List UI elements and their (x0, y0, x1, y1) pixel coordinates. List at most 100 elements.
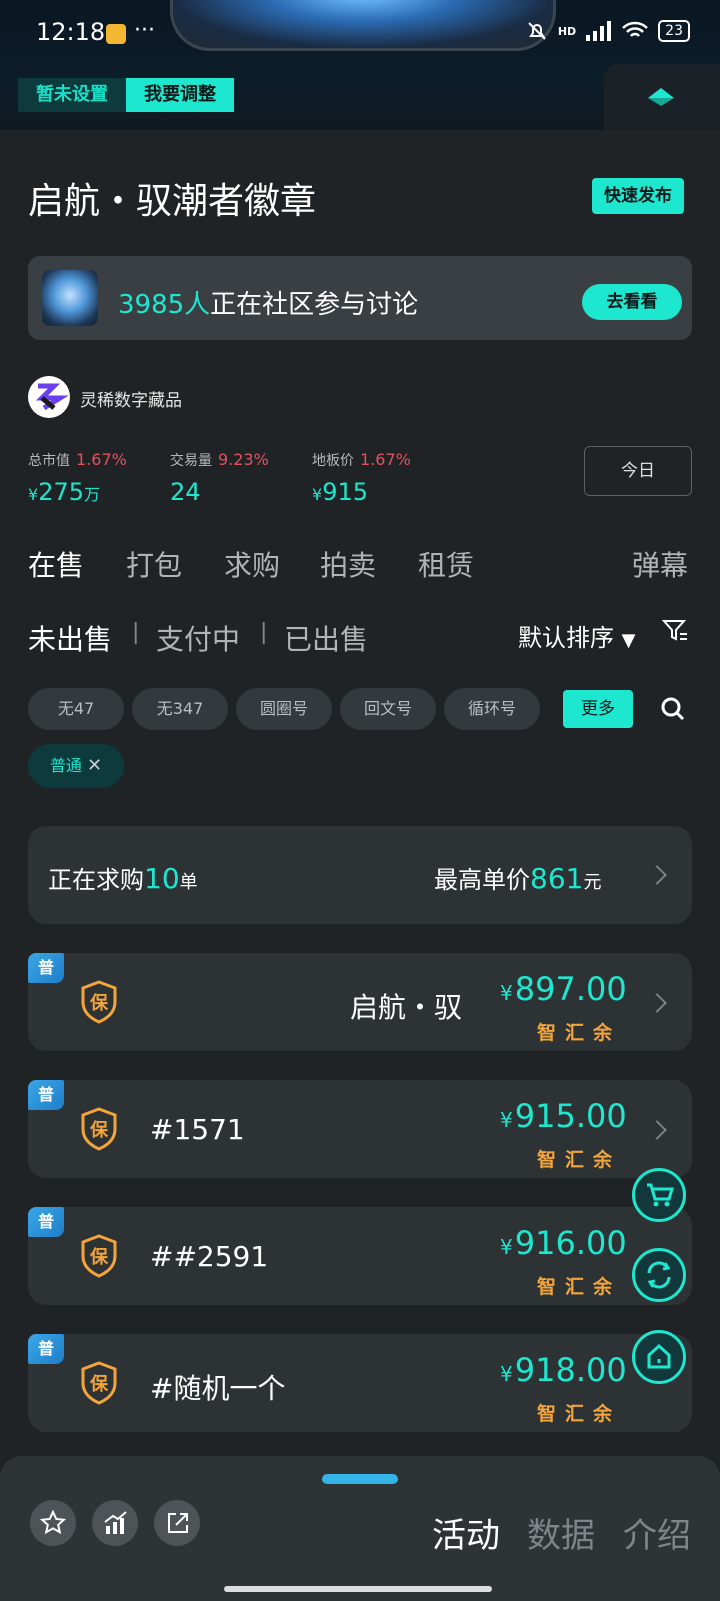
stat-value: 275 (38, 478, 84, 506)
bell-off-icon (528, 22, 546, 40)
publisher-logo[interactable] (28, 376, 70, 418)
request-max-price: 最高单价861元 (434, 860, 601, 895)
segment-not-set[interactable]: 暂未设置 (18, 78, 126, 112)
currency-symbol: ¥ (500, 1235, 513, 1259)
share-button[interactable] (154, 1500, 200, 1546)
stat-market-cap: 总市值 1.67% ¥275万 (28, 450, 127, 506)
home-icon (647, 1343, 671, 1369)
shield-label: 保 (89, 1246, 109, 1268)
payment-methods: 智汇余 (537, 1403, 622, 1425)
listing-name: #随机一个 (150, 1372, 286, 1405)
publisher-name[interactable]: 灵稀数字藏品 (80, 386, 182, 411)
active-tag-chip[interactable]: 普通 ✕ (28, 744, 124, 788)
listing-name: #1571 (150, 1113, 245, 1146)
segment-adjust[interactable]: 我要调整 (126, 78, 234, 112)
listing-price: ¥916.00 (500, 1224, 627, 1262)
star-icon (39, 1509, 67, 1535)
payment-methods: 智汇余 (537, 1276, 622, 1298)
page-title: 启航・驭潮者徽章 (28, 181, 317, 222)
stat-change: 1.67% (360, 450, 411, 469)
currency-symbol: ¥ (500, 981, 513, 1005)
trend-button[interactable] (92, 1500, 138, 1546)
badge-artwork-banner (170, 0, 556, 51)
tab-purchase-request[interactable]: 求购 (224, 544, 280, 584)
currency-symbol: ¥ (500, 1362, 513, 1386)
danmaku-toggle[interactable]: 弹幕 (632, 544, 688, 584)
listing-price-value: 915.00 (514, 1097, 627, 1135)
currency-symbol: ¥ (500, 1108, 513, 1132)
filter-chip[interactable]: 圆圈号 (236, 688, 332, 730)
community-count: 3985人 (118, 290, 211, 320)
shield-label: 保 (89, 1119, 109, 1141)
subtab-sold[interactable]: 已出售 (284, 618, 368, 658)
chart-icon (104, 1511, 127, 1534)
today-button[interactable]: 今日 (584, 446, 692, 496)
normal-badge: 普 (28, 1334, 64, 1364)
home-indicator[interactable] (224, 1586, 492, 1592)
stat-value: 915 (322, 478, 368, 506)
stat-label: 总市值 (28, 453, 70, 469)
search-icon[interactable] (660, 696, 686, 722)
listing-name: 启航・驭 (350, 991, 463, 1024)
stat-label: 交易量 (170, 453, 212, 469)
normal-badge: 普 (28, 953, 64, 983)
tab-auction[interactable]: 拍卖 (320, 544, 376, 584)
request-prefix: 正在求购 (48, 866, 144, 894)
badge-thumbnail (42, 270, 98, 326)
filter-chip[interactable]: 回文号 (340, 688, 436, 730)
normal-badge: 普 (28, 1207, 64, 1237)
status-right-group: HD 23 (526, 20, 690, 42)
stat-floor-price: 地板价 1.67% ¥915 (312, 450, 411, 506)
diamond-icon-bottom (648, 98, 674, 106)
status-more-icon: ··· (134, 18, 155, 43)
shield-icon: 保 (81, 1107, 117, 1151)
more-filters-button[interactable]: 更多 (563, 690, 633, 728)
sort-dropdown[interactable]: 默认排序 ▼ (518, 618, 635, 653)
drag-handle[interactable] (322, 1474, 398, 1484)
filter-icon[interactable] (662, 618, 688, 644)
subtab-unsold[interactable]: 未出售 (28, 618, 112, 658)
tab-lease[interactable]: 租赁 (418, 544, 474, 584)
filter-chip[interactable]: 无47 (28, 688, 124, 730)
filter-chip[interactable]: 无347 (132, 688, 228, 730)
tab-activity[interactable]: 活动 (432, 1508, 500, 1557)
home-button[interactable] (632, 1330, 686, 1384)
stat-change: 1.67% (76, 450, 127, 469)
cart-icon (647, 1183, 675, 1207)
favorite-button[interactable] (30, 1500, 76, 1546)
network-label: HD (557, 24, 577, 38)
quick-publish-button[interactable]: 快速发布 (592, 178, 684, 214)
wifi-icon (622, 21, 649, 37)
signal-icon (586, 21, 612, 41)
sort-label: 默认排序 (518, 624, 614, 652)
tab-on-sale[interactable]: 在售 (28, 544, 84, 584)
tab-data[interactable]: 数据 (527, 1508, 595, 1557)
shield-icon: 保 (81, 980, 117, 1024)
tab-bundle[interactable]: 打包 (126, 544, 182, 584)
share-icon (168, 1513, 188, 1533)
publisher-logo-icon (35, 383, 69, 411)
stat-label: 地板价 (312, 453, 354, 469)
subtab-divider: | (132, 620, 140, 645)
listing-name: ##2591 (150, 1240, 269, 1273)
status-time: 12:18 (36, 18, 106, 46)
close-icon[interactable]: ✕ (87, 755, 102, 776)
stat-prefix: ¥ (28, 485, 39, 504)
subtab-divider: | (260, 620, 268, 645)
payment-methods: 智汇余 (537, 1022, 622, 1044)
refresh-icon (647, 1261, 671, 1289)
stat-volume: 交易量 9.23% 24 (170, 450, 269, 506)
max-price-value: 861 (530, 862, 584, 895)
filter-chip[interactable]: 循环号 (444, 688, 540, 730)
subtab-paying[interactable]: 支付中 (156, 618, 240, 658)
max-price-unit: 元 (583, 872, 602, 893)
listing-price: ¥915.00 (500, 1097, 627, 1135)
listing-price: ¥897.00 (500, 970, 627, 1008)
go-see-button[interactable]: 去看看 (582, 284, 682, 320)
cart-button[interactable] (632, 1168, 686, 1222)
refresh-button[interactable] (632, 1248, 686, 1302)
tab-intro[interactable]: 介绍 (623, 1508, 691, 1557)
stat-prefix: ¥ (312, 485, 323, 504)
max-price-label: 最高单价 (434, 866, 530, 894)
stat-value: 24 (170, 478, 201, 506)
